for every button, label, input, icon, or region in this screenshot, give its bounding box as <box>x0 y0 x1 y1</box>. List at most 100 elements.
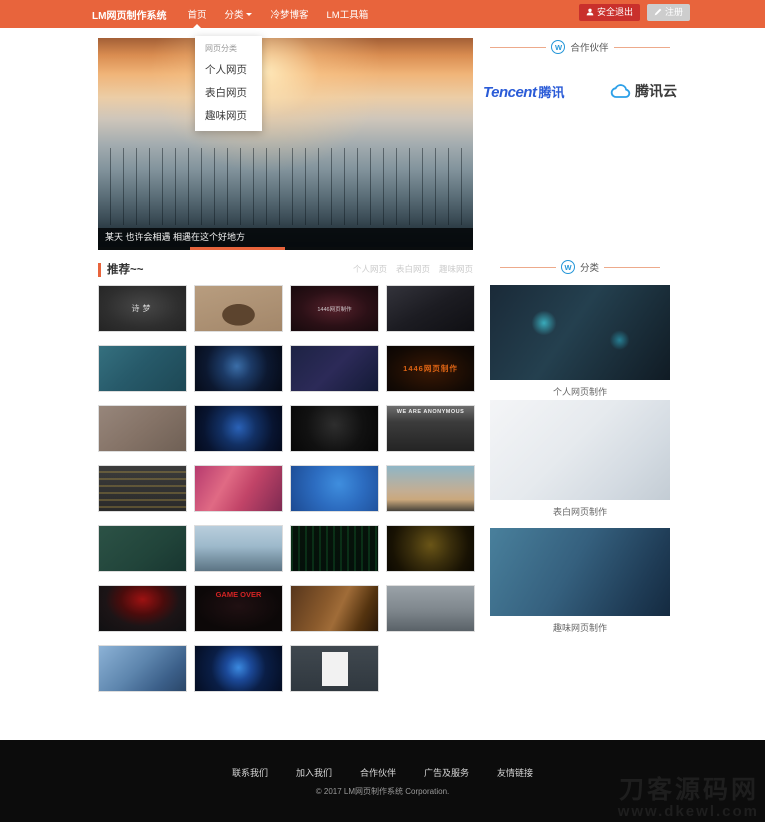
thumbnail-label: WE ARE ANONYMOUS <box>397 409 464 415</box>
page-footer: 联系我们 加入我们 合作伙伴 广告及服务 友情链接 © 2017 LM网页制作系… <box>0 740 765 822</box>
partners-header: W 合作伙伴 <box>483 40 677 54</box>
register-button[interactable]: 注册 <box>647 4 690 21</box>
thumbnail-gold-particles[interactable] <box>386 525 475 572</box>
user-icon <box>586 8 594 16</box>
top-navbar: LM网页制作系统 首页 分类 冷梦博客 LM工具箱 安全退出 注册 <box>0 0 765 28</box>
thumbnail-shimeng[interactable]: 诗梦 <box>98 285 187 332</box>
hero-carousel[interactable]: 某天 也许会相遇 相遇在这个好地方 <box>98 38 473 250</box>
dropdown-item-fun[interactable]: 趣味网页 <box>195 104 262 127</box>
register-label: 注册 <box>665 7 683 18</box>
divider-line <box>500 267 556 268</box>
divider-line <box>604 267 660 268</box>
nav-item-label: 冷梦博客 <box>270 7 308 21</box>
categories-title: 分类 <box>580 260 599 274</box>
partners-title: 合作伙伴 <box>570 40 608 54</box>
thumbnail-blue-rose[interactable] <box>194 645 283 692</box>
thumbnail-anime-ship[interactable] <box>98 645 187 692</box>
thumbnail-1446-fire[interactable]: 1446网页制作 <box>386 345 475 392</box>
footer-link-contact[interactable]: 联系我们 <box>232 766 268 779</box>
nav-item-home[interactable]: 首页 <box>178 0 215 28</box>
divider-line <box>614 47 670 48</box>
thumbnail-lake-pier[interactable] <box>194 525 283 572</box>
dropdown-header: 网页分类 <box>195 41 262 58</box>
thumbnail-sky-balloon[interactable] <box>386 465 475 512</box>
recommend-section-header: 推荐~~ 个人网页 表白网页 趣味网页 <box>98 260 473 276</box>
thumbnail-starfield[interactable] <box>290 345 379 392</box>
thumbnail-space-comets[interactable] <box>290 585 379 632</box>
thumbnail-anonymous[interactable]: WE ARE ANONYMOUS <box>386 405 475 452</box>
filter-link-confession[interactable]: 表白网页 <box>396 263 430 275</box>
thumbnail-profile-card[interactable] <box>290 645 379 692</box>
thumbnail-superman[interactable] <box>386 285 475 332</box>
watermark-line2: www.dkewl.com <box>618 804 759 820</box>
thumbnail-label: 1446网页制作 <box>403 363 458 374</box>
tencent-logo-latin: Tencent <box>483 84 536 101</box>
category-caption: 个人网页制作 <box>490 380 670 398</box>
category-image[interactable] <box>490 285 670 380</box>
category-card-confession[interactable]: 表白网页制作 <box>490 400 670 518</box>
thumbnail-label: GAME OVER <box>216 590 262 599</box>
filter-link-fun[interactable]: 趣味网页 <box>439 263 473 275</box>
footer-link-partners[interactable]: 合作伙伴 <box>360 766 396 779</box>
nav-item-blog[interactable]: 冷梦博客 <box>261 0 317 28</box>
partner-logos: Tencent 腾讯 腾讯云 <box>483 70 677 112</box>
brand-mark-icon: W <box>551 40 565 54</box>
thumbnail-label: 诗梦 <box>132 303 154 314</box>
carousel-progress-bar <box>190 247 285 250</box>
thumbnail-chalkboard[interactable] <box>98 525 187 572</box>
watermark: 刀客源码网 www.dkewl.com <box>618 777 759 820</box>
thumbnail-dark-logo[interactable] <box>290 405 379 452</box>
thumbnail-pink-anime[interactable] <box>194 465 283 512</box>
categories-header: W 分类 <box>483 260 677 274</box>
pencil-icon <box>654 8 662 16</box>
tencent-cloud-label: 腾讯云 <box>635 81 677 101</box>
category-image[interactable] <box>490 400 670 500</box>
thumbnail-teal-poly[interactable] <box>98 345 187 392</box>
thumbnail-blue-poly[interactable] <box>290 465 379 512</box>
category-card-fun[interactable]: 趣味网页制作 <box>490 528 670 634</box>
navbar-buttons: 安全退出 注册 <box>579 4 690 21</box>
watermark-line1: 刀客源码网 <box>618 777 759 804</box>
page: LM网页制作系统 首页 分类 冷梦博客 LM工具箱 安全退出 注册 某天 也许会… <box>0 0 765 822</box>
carousel-image-reeds <box>98 148 473 224</box>
tencent-cloud-logo[interactable]: 腾讯云 <box>610 81 677 101</box>
logout-button[interactable]: 安全退出 <box>579 4 640 21</box>
footer-link-friends[interactable]: 友情链接 <box>497 766 533 779</box>
tencent-logo[interactable]: Tencent 腾讯 <box>483 82 564 101</box>
nav-item-label: 首页 <box>187 7 206 21</box>
main-nav: 首页 分类 冷梦博客 LM工具箱 <box>178 0 377 28</box>
dropdown-item-personal[interactable]: 个人网页 <box>195 58 262 81</box>
logout-label: 安全退出 <box>597 7 633 18</box>
dropdown-item-confession[interactable]: 表白网页 <box>195 81 262 104</box>
footer-link-join[interactable]: 加入我们 <box>296 766 332 779</box>
brand-mark-icon: W <box>561 260 575 274</box>
carousel-progress-track <box>98 247 473 250</box>
divider-line <box>490 47 546 48</box>
thumbnail-label: 1446网页制作 <box>317 305 351 313</box>
footer-link-ads[interactable]: 广告及服务 <box>424 766 469 779</box>
nav-item-toolbox[interactable]: LM工具箱 <box>318 0 378 28</box>
carousel-caption: 某天 也许会相遇 相遇在这个好地方 <box>98 228 473 247</box>
thumbnail-score-table[interactable] <box>98 465 187 512</box>
thumbnail-blue-ring[interactable] <box>194 405 283 452</box>
nav-item-label: LM工具箱 <box>327 7 369 21</box>
brand[interactable]: LM网页制作系统 <box>92 7 166 22</box>
thumbnail-city-ruins[interactable] <box>386 585 475 632</box>
category-dropdown-menu: 网页分类 个人网页 表白网页 趣味网页 <box>195 36 262 131</box>
thumbnail-game-over[interactable]: GAME OVER <box>194 585 283 632</box>
thumbnail-monkey[interactable] <box>194 285 283 332</box>
cloud-icon <box>610 84 632 99</box>
thumbnail-red-sphere[interactable] <box>98 585 187 632</box>
category-image[interactable] <box>490 528 670 616</box>
nav-item-category[interactable]: 分类 <box>215 0 261 28</box>
category-caption: 趣味网页制作 <box>490 616 670 634</box>
recommend-title: 推荐~~ <box>98 263 143 277</box>
category-card-personal[interactable]: 个人网页制作 <box>490 285 670 398</box>
thumbnail-galaxy-spiral[interactable] <box>194 345 283 392</box>
filter-link-personal[interactable]: 个人网页 <box>353 263 387 275</box>
thumbnail-matrix[interactable] <box>290 525 379 572</box>
chevron-down-icon <box>246 13 252 19</box>
thumbnail-avatar-login[interactable] <box>98 405 187 452</box>
category-caption: 表白网页制作 <box>490 500 670 518</box>
thumbnail-1446-red[interactable]: 1446网页制作 <box>290 285 379 332</box>
